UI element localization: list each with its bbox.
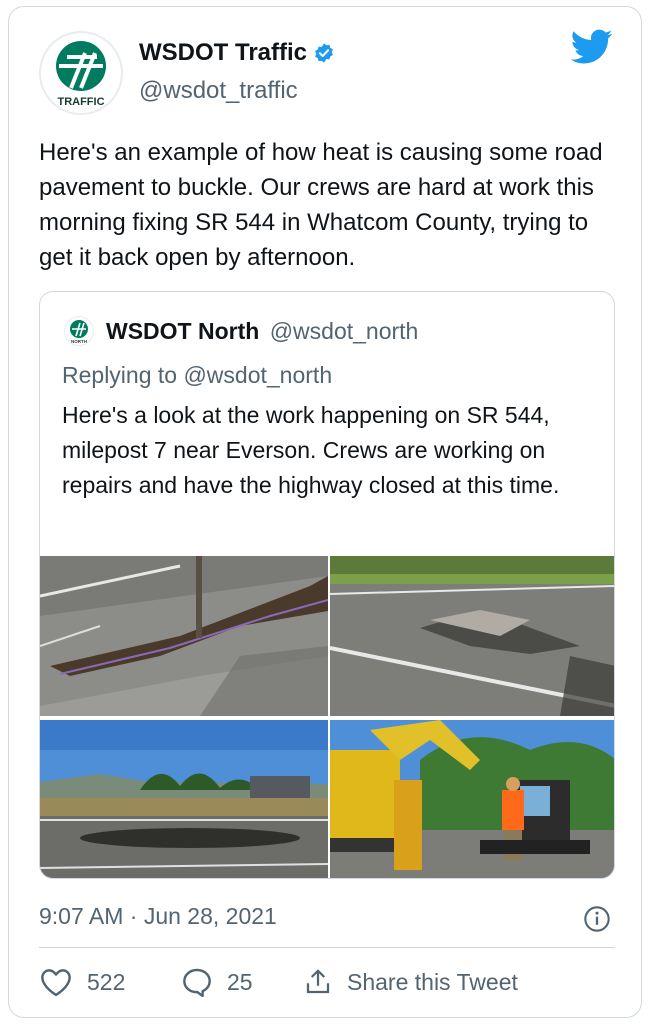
- quoted-display-name[interactable]: WSDOT North: [106, 318, 259, 344]
- share-button[interactable]: Share this Tweet: [303, 967, 518, 997]
- twitter-bird-icon[interactable]: [571, 29, 613, 65]
- like-count: 522: [87, 968, 126, 995]
- photo-road-trees[interactable]: [40, 720, 328, 878]
- photo-grid: [40, 556, 614, 878]
- display-name-text[interactable]: WSDOT Traffic: [139, 39, 307, 67]
- heart-icon: [41, 969, 71, 997]
- share-icon: [306, 969, 330, 994]
- reply-count: 25: [227, 968, 253, 995]
- quoted-tweet[interactable]: NORTH WSDOT North @wsdot_north Replying …: [39, 291, 615, 879]
- info-icon[interactable]: [583, 905, 611, 933]
- divider: [39, 947, 615, 948]
- handle[interactable]: @wsdot_traffic: [139, 77, 298, 105]
- quoted-header: WSDOT North @wsdot_north: [106, 318, 418, 345]
- photo-cracked-asphalt[interactable]: [330, 556, 614, 716]
- tweet-card: TRAFFIC WSDOT Traffic @wsdot_traffic Her…: [8, 6, 642, 1018]
- photo-excavator-crew[interactable]: [330, 720, 614, 878]
- reply-context: Replying to @wsdot_north: [62, 362, 333, 388]
- wsdot-traffic-avatar[interactable]: TRAFFIC: [39, 31, 123, 115]
- tweet-text: Here's an example of how heat is causing…: [39, 139, 603, 271]
- verified-badge-icon: [315, 43, 333, 63]
- wsdot-north-avatar[interactable]: NORTH: [64, 316, 94, 346]
- display-name[interactable]: WSDOT Traffic: [139, 39, 335, 67]
- quoted-handle[interactable]: @wsdot_north: [270, 318, 419, 344]
- avatar-label: TRAFFIC: [57, 96, 104, 108]
- photo-buckled-pavement[interactable]: [40, 556, 328, 716]
- share-label: Share this Tweet: [347, 968, 518, 995]
- reply-button[interactable]: 25: [181, 967, 253, 997]
- q-avatar-label: NORTH: [71, 339, 87, 344]
- like-button[interactable]: 522: [39, 967, 125, 997]
- quoted-text: Here's a look at the work happening on S…: [62, 402, 560, 498]
- timestamp[interactable]: 9:07 AM · Jun 28, 2021: [39, 903, 277, 930]
- reply-icon: [183, 968, 211, 997]
